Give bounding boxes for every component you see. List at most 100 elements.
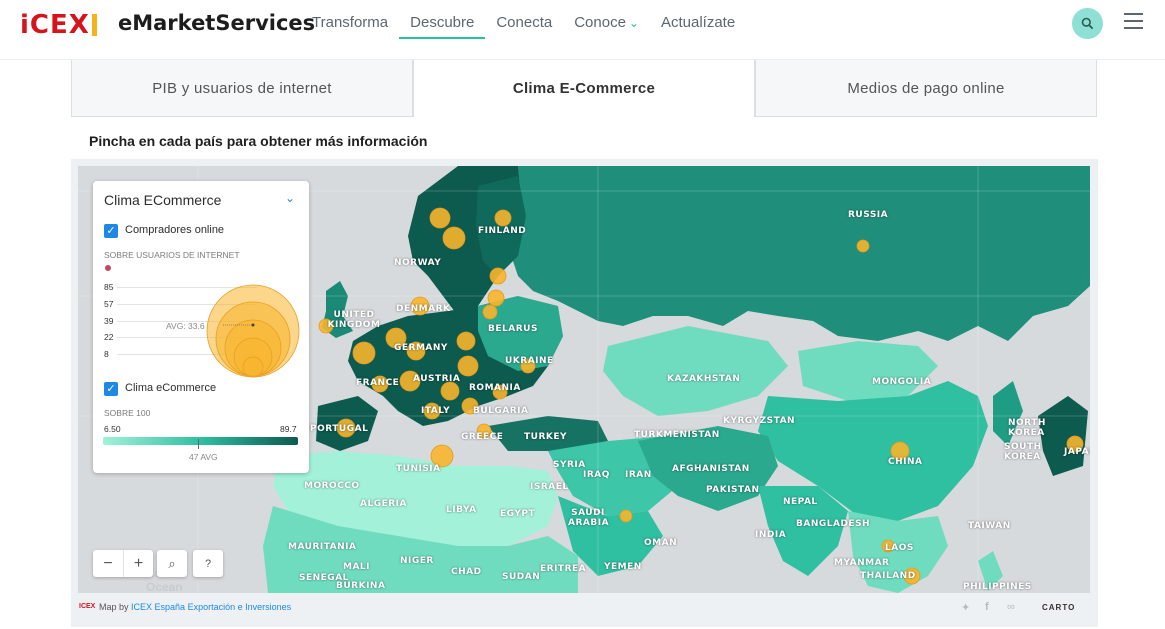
link-icon[interactable]: ∞ (1007, 601, 1015, 613)
label-turkey: TURKEY (524, 432, 568, 442)
carto-logo[interactable]: CARTO (1042, 603, 1075, 612)
bubble-lithuania (482, 304, 498, 320)
label-thailand: THAILAND (860, 571, 916, 581)
label-uk: UNITED KINGDOM (327, 310, 381, 330)
label-romania: ROMANIA (469, 383, 521, 393)
label-chad: CHAD (451, 567, 482, 577)
help-control: ? (193, 550, 223, 577)
label-kazakhstan: KAZAKHSTAN (667, 374, 741, 384)
bubble-uk (352, 341, 376, 365)
label-germany: GERMANY (394, 343, 448, 353)
label-portugal: PORTUGAL (310, 424, 369, 434)
checkbox-clima[interactable]: ✓ (104, 382, 118, 396)
label-ukraine: UKRAINE (505, 356, 554, 366)
map-search-icon[interactable]: ⌕ (157, 550, 187, 577)
bubble-sweden (442, 226, 466, 250)
nav-label: Transforma (312, 14, 389, 31)
label-iran: IRAN (625, 470, 652, 480)
label-china: CHINA (888, 457, 923, 467)
tick-39: 39 (104, 316, 114, 326)
map-instruction: Pincha en cada país para obtener más inf… (89, 133, 428, 149)
twitter-icon[interactable]: ✦ (961, 601, 970, 614)
label-south-korea: SOUTH KOREA (1004, 442, 1042, 462)
footer-attribution: Map by ICEX España Exportación e Inversi… (99, 602, 291, 612)
layer2-max: 89.7 (280, 424, 297, 434)
label-france: FRANCE (356, 378, 400, 388)
checkbox-compradores-label: Compradores online (125, 224, 225, 236)
bubble-slovenia (440, 381, 460, 401)
label-afghanistan: AFGHANISTAN (672, 464, 750, 474)
checkbox-compradores[interactable]: ✓ (104, 224, 118, 238)
nav-label: Actualízate (660, 14, 736, 31)
zoom-in-button[interactable]: + (123, 550, 153, 577)
emarketservices-logo[interactable]: eMarketServices (118, 11, 315, 35)
bubble-finland (494, 209, 512, 227)
tab-clima-ecommerce[interactable]: Clima E-Commerce (413, 60, 755, 117)
label-libya: LIBYA (446, 505, 477, 515)
layer2-min: 6.50 (104, 424, 121, 434)
bubble-russia (856, 239, 870, 253)
label-austria: AUSTRIA (413, 374, 461, 384)
map-search-control: ⌕ (157, 550, 187, 577)
chevron-down-icon[interactable]: ⌄ (285, 191, 295, 205)
label-kyrgyzstan: KYRGYZSTAN (723, 416, 796, 426)
search-button[interactable] (1072, 8, 1103, 39)
legend-panel: Clima ECommerce ⌄ ✓ Compradores online S… (93, 181, 309, 473)
tab-medios-pago[interactable]: Medios de pago online (755, 60, 1097, 117)
label-burkina: BURKINA (336, 581, 386, 591)
label-mali: MALI (343, 562, 371, 572)
label-nepal: NEPAL (783, 497, 818, 507)
label-laos: LAOS (885, 543, 914, 553)
label-turkmenistan: TURKMENISTAN (634, 430, 720, 440)
nav-transforma[interactable]: Transforma (312, 0, 399, 46)
tick-8: 8 (104, 349, 109, 359)
nav-conoce[interactable]: Conoce ⌄ (563, 0, 650, 46)
label-italy: ITALY (421, 406, 451, 416)
legend-dot (105, 265, 111, 271)
footer-map-by: Map by (99, 602, 129, 612)
label-philippines: PHILIPPINES (963, 582, 1032, 592)
label-sudan: SUDAN (502, 572, 541, 582)
bubble-norway-north (429, 207, 451, 229)
label-algeria: ALGERIA (360, 499, 407, 509)
label-niger: NIGER (400, 556, 434, 566)
nav-conecta[interactable]: Conecta (485, 0, 563, 46)
legend-title: Clima ECommerce (104, 192, 222, 208)
footer-icex-link[interactable]: ICEX España Exportación e Inversiones (131, 602, 291, 612)
tick-85: 85 (104, 282, 114, 292)
avg-marker (198, 439, 199, 449)
label-egypt: EGYPT (500, 509, 536, 519)
facebook-icon[interactable]: f (985, 601, 989, 613)
label-finland: FINLAND (478, 226, 527, 236)
country-russia[interactable] (508, 166, 1090, 341)
sea-label-ocean: Ocean (146, 580, 183, 593)
label-taiwan: TAIWAN (968, 521, 1011, 531)
layer2-avg: 47 AVG (189, 452, 218, 462)
map-footer: ICEX Map by ICEX España Exportación e In… (71, 597, 1098, 621)
help-button[interactable]: ? (193, 550, 223, 577)
label-morocco: MOROCCO (304, 481, 360, 491)
label-eritrea: ERITREA (540, 564, 587, 574)
color-scale-bar (103, 437, 298, 445)
label-israel: ISRAEL (530, 482, 569, 492)
zoom-out-button[interactable]: − (93, 550, 123, 577)
label-north-korea: NORTH KOREA (1008, 418, 1046, 438)
label-india: INDIA (755, 530, 787, 540)
zoom-controls: − + (93, 550, 153, 577)
hamburger-menu-icon[interactable] (1124, 13, 1143, 29)
map-tabs: PIB y usuarios de internet Clima E-Comme… (71, 60, 1097, 117)
label-greece: GREECE (461, 432, 504, 442)
ems-logo-text: eMarketServices (118, 11, 316, 35)
bubble-hungary (457, 355, 479, 377)
icex-logo[interactable]: iCEX (20, 10, 97, 40)
label-japan: JAPAN (1064, 447, 1090, 457)
label-pakistan: PAKISTAN (706, 485, 760, 495)
label-bulgaria: BULGARIA (473, 406, 529, 416)
nav-actualizate[interactable]: Actualízate (650, 0, 746, 46)
footer-icex-logo: ICEX (79, 603, 96, 610)
nav-descubre[interactable]: Descubre (399, 0, 486, 46)
search-icon (1081, 17, 1094, 30)
tab-label: Medios de pago online (847, 79, 1005, 97)
label-saudi-arabia: SAUDI ARABIA (568, 508, 610, 528)
tab-pib-usuarios[interactable]: PIB y usuarios de internet (71, 60, 413, 117)
